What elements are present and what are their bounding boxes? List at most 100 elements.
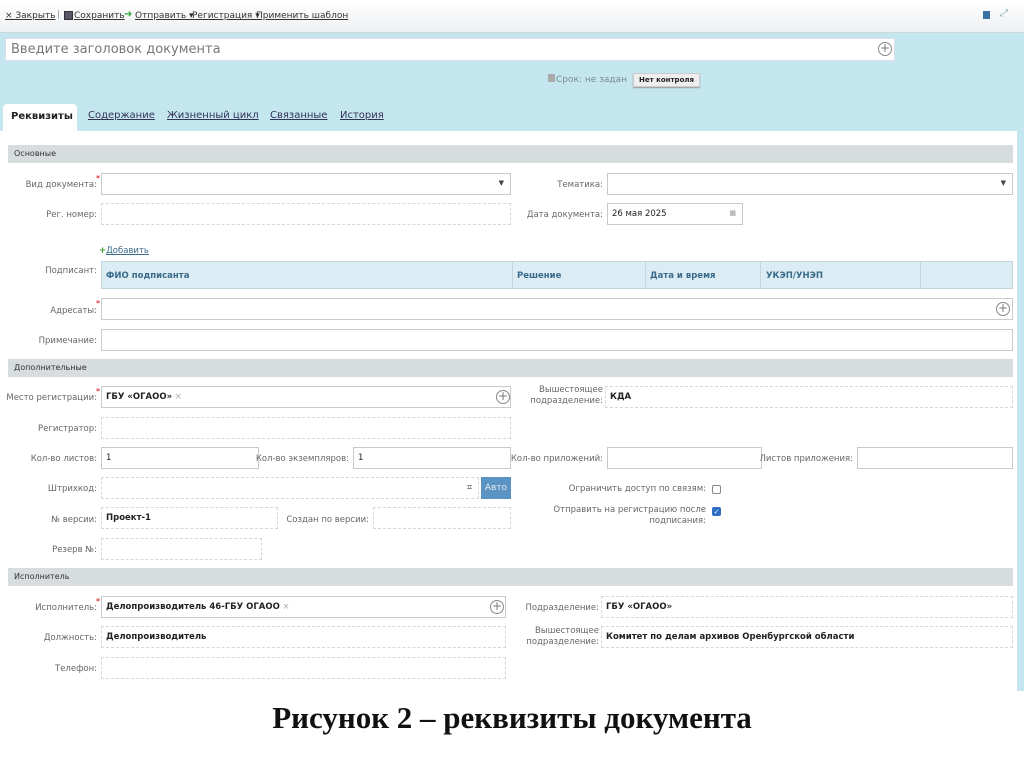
- attach-sheets-label: Листов приложения:: [759, 454, 853, 464]
- tab-history[interactable]: История: [340, 110, 384, 121]
- tab-lifecycle[interactable]: Жизненный цикл: [167, 110, 259, 121]
- no-control-button[interactable]: Нет контроля: [633, 73, 700, 87]
- required-mark: *: [96, 387, 100, 396]
- topic-label: Тематика:: [557, 180, 603, 190]
- attach-sheets-field[interactable]: [857, 447, 1013, 469]
- apply-template-button[interactable]: Применить шаблон: [256, 11, 348, 21]
- reserve-label: Резерв №:: [52, 545, 97, 555]
- restrict-access-checkbox[interactable]: [712, 485, 721, 494]
- col-divider: [512, 262, 513, 288]
- save-icon: [64, 11, 73, 20]
- addressees-label: Адресаты:: [50, 306, 97, 316]
- add-title-icon[interactable]: +: [878, 42, 892, 56]
- col-signer-name[interactable]: ФИО подписанта: [106, 271, 189, 281]
- reg-place-label: Место регистрации:: [6, 393, 97, 403]
- phone-field[interactable]: [101, 657, 506, 679]
- add-addressee-icon[interactable]: +: [996, 302, 1010, 316]
- reserve-field[interactable]: [101, 538, 262, 560]
- doc-date-label: Дата документа:: [526, 210, 603, 220]
- remove-icon[interactable]: ×: [283, 602, 290, 612]
- sheets-field[interactable]: 1: [101, 447, 259, 469]
- parent-dept-label: Вышестоящее подразделение:: [530, 385, 603, 406]
- created-from-label: Создан по версии:: [286, 515, 369, 525]
- col-signature-type[interactable]: УКЭП/УНЭП: [766, 271, 823, 281]
- document-title-input[interactable]: Введите заголовок документа: [5, 38, 895, 61]
- col-decision[interactable]: Решение: [517, 271, 561, 281]
- add-reg-place-icon[interactable]: +: [496, 390, 510, 404]
- close-button[interactable]: × Закрыть: [5, 11, 56, 21]
- expand-icon[interactable]: ⤢: [1000, 8, 1008, 19]
- note-field[interactable]: [101, 329, 1013, 351]
- tab-requisites[interactable]: Реквизиты: [3, 104, 77, 131]
- addressees-field[interactable]: [101, 298, 1013, 320]
- doc-date-field[interactable]: 26 мая 2025 ▦: [607, 203, 743, 225]
- send-reg-checkbox[interactable]: ✓: [712, 507, 721, 516]
- figure-caption: Рисунок 2 – реквизиты документа: [272, 700, 752, 735]
- chevron-down-icon: ▼: [1000, 179, 1006, 187]
- restrict-access-label: Ограничить доступ по связям:: [568, 484, 706, 494]
- attachments-field[interactable]: [607, 447, 762, 469]
- copies-field[interactable]: 1: [353, 447, 511, 469]
- parent-org-field[interactable]: Комитет по делам архивов Оренбургской об…: [601, 626, 1013, 648]
- phone-label: Телефон:: [55, 664, 97, 674]
- calendar-icon[interactable]: ▦: [729, 209, 736, 217]
- toolbar: × Закрыть | Сохранить ➜ Отправить ▾ Реги…: [0, 0, 1024, 33]
- toolbar-divider: |: [57, 10, 61, 20]
- signer-table-header: ФИО подписанта Решение Дата и время УКЭП…: [101, 261, 1013, 289]
- parent-org-label: Вышестоящее подразделение:: [526, 626, 599, 647]
- position-field[interactable]: Делопроизводитель: [101, 626, 506, 648]
- barcode-icon[interactable]: ⌗: [467, 483, 472, 493]
- save-button[interactable]: Сохранить: [74, 11, 125, 21]
- position-label: Должность:: [43, 633, 97, 643]
- required-mark: *: [96, 174, 100, 183]
- signer-label: Подписант:: [45, 266, 97, 276]
- tab-content[interactable]: Содержание: [88, 110, 155, 121]
- chevron-down-icon: ▼: [498, 179, 504, 187]
- executor-label: Исполнитель:: [35, 603, 97, 613]
- version-field[interactable]: Проект-1: [101, 507, 278, 529]
- clock-icon: [548, 74, 555, 82]
- copies-label: Кол-во экземпляров:: [255, 454, 349, 464]
- deadline-status[interactable]: Срок: не задан: [548, 74, 627, 85]
- reg-number-field[interactable]: [101, 203, 511, 225]
- topic-select[interactable]: ▼: [607, 173, 1013, 195]
- attachments-label: Кол-во приложений:: [510, 454, 603, 464]
- doc-type-label: Вид документа:: [25, 180, 97, 190]
- send-button[interactable]: Отправить ▾: [135, 11, 194, 21]
- barcode-label: Штрихкод:: [47, 484, 97, 494]
- send-arrow-icon: ➜: [124, 9, 133, 20]
- add-executor-icon[interactable]: +: [490, 600, 504, 614]
- dept-label: Подразделение:: [525, 603, 599, 613]
- remove-icon[interactable]: ×: [175, 392, 182, 402]
- col-divider: [760, 262, 761, 288]
- required-mark: *: [96, 299, 100, 308]
- dept-field[interactable]: ГБУ «ОГАОО»: [601, 596, 1013, 618]
- reg-place-field[interactable]: ГБУ «ОГАОО» ×: [101, 386, 511, 408]
- reg-place-tag: ГБУ «ОГАОО»: [106, 392, 173, 402]
- add-signer-link[interactable]: +Добавить: [99, 246, 149, 256]
- registration-button[interactable]: Регистрация ▾: [192, 11, 260, 21]
- section-main: Основные: [8, 145, 1013, 163]
- parent-dept-field[interactable]: КДА: [605, 386, 1013, 408]
- col-datetime[interactable]: Дата и время: [650, 271, 715, 281]
- doc-date-value: 26 мая 2025: [612, 209, 667, 219]
- add-link-text: Добавить: [106, 246, 149, 256]
- registrar-label: Регистратор:: [38, 424, 97, 434]
- version-label: № версии:: [51, 515, 97, 525]
- executor-field[interactable]: Делопроизводитель 46-ГБУ ОГАОО ×: [101, 596, 506, 618]
- required-mark: *: [96, 597, 100, 606]
- registrar-field[interactable]: [101, 417, 511, 439]
- send-reg-label: Отправить на регистрацию после подписания…: [553, 505, 706, 526]
- col-divider: [920, 262, 921, 288]
- section-extra: Дополнительные: [8, 359, 1013, 377]
- panel-icon[interactable]: [983, 11, 990, 19]
- sheets-label: Кол-во листов:: [30, 454, 97, 464]
- note-label: Примечание:: [38, 336, 97, 346]
- auto-button[interactable]: Авто: [481, 477, 511, 499]
- doc-type-select[interactable]: ▼: [101, 173, 511, 195]
- barcode-field[interactable]: ⌗: [101, 477, 479, 499]
- col-divider: [645, 262, 646, 288]
- created-from-field[interactable]: [373, 507, 511, 529]
- executor-tag: Делопроизводитель 46-ГБУ ОГАОО: [106, 602, 280, 612]
- tab-related[interactable]: Связанные: [270, 110, 327, 121]
